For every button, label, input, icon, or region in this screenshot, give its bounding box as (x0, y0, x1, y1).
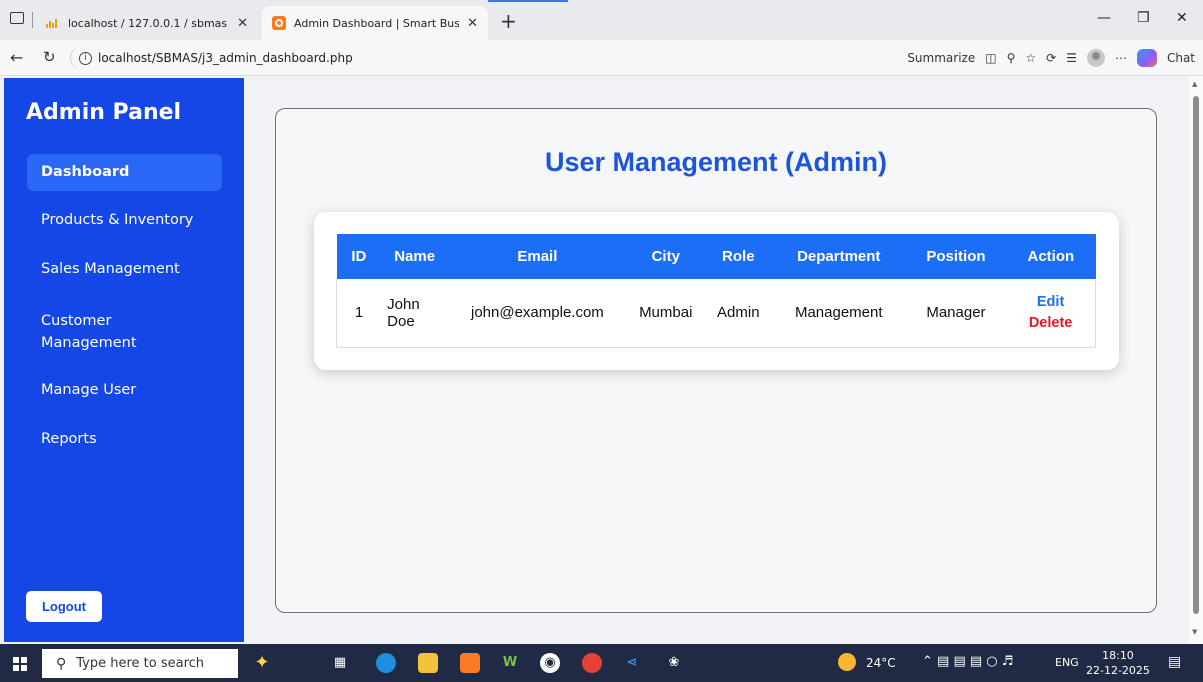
search-placeholder: Type here to search (76, 656, 205, 671)
sidebar-item-dashboard[interactable]: Dashboard (27, 154, 222, 191)
windows-start-icon[interactable] (13, 657, 27, 671)
site-info-icon[interactable]: i (79, 51, 92, 65)
page-scrollbar[interactable]: ▲ ▼ (1189, 76, 1203, 644)
phpmyadmin-icon (46, 18, 60, 28)
new-tab-button[interactable]: + (500, 9, 517, 33)
col-header-action: Action (1027, 248, 1075, 265)
search-icon: ⚲ (56, 655, 67, 672)
col-header-name: Name (394, 248, 436, 265)
chrome-icon[interactable] (582, 653, 602, 673)
vscode-icon[interactable]: ⋖ (622, 653, 642, 673)
close-tab-icon[interactable]: ✕ (467, 16, 478, 31)
sidebar-item-manage-user[interactable]: Manage User (27, 382, 222, 398)
more-options-icon[interactable]: ⋯ (1115, 51, 1127, 65)
weather-temp[interactable]: 24°C (866, 656, 896, 670)
sidebar-brand: Admin Panel (26, 100, 182, 125)
tab-actions-icon[interactable] (10, 12, 24, 24)
refresh-icon[interactable]: ↻ (43, 48, 56, 66)
key-icon[interactable]: ⚲ (1007, 51, 1016, 65)
loading-indicator (488, 0, 568, 2)
users-table: ID Name Email City Role Department Posit… (336, 234, 1097, 348)
users-card: ID Name Email City Role Department Posit… (314, 212, 1119, 370)
tab-label: Admin Dashboard | Smart Business (294, 16, 460, 30)
main-panel: User Management (Admin) ID Name Email Ci… (275, 108, 1157, 613)
sidebar-item-reports[interactable]: Reports (27, 431, 222, 447)
cell-name: John Doe (381, 279, 449, 348)
cell-role: Admin (704, 279, 772, 348)
url-text: localhost/SBMAS/j3_admin_dashboard.php (98, 51, 353, 65)
xampp-icon (272, 16, 286, 30)
tab-label: localhost / 127.0.0.1 / sbmas / user (68, 16, 229, 30)
col-header-city: City (651, 248, 680, 265)
col-header-department: Department (797, 248, 881, 265)
profile-avatar[interactable] (1086, 49, 1105, 67)
sidebar-item-products-inventory[interactable]: Products & Inventory (27, 212, 222, 228)
col-header-email: Email (517, 248, 558, 265)
scroll-down-icon[interactable]: ▼ (1192, 628, 1197, 636)
language-indicator[interactable]: ENG (1055, 656, 1079, 669)
clock-date: 22-12-2025 (1086, 664, 1150, 677)
wps-icon[interactable]: W (500, 653, 520, 673)
github-icon[interactable]: ◉ (540, 653, 560, 673)
tab-admin-dashboard[interactable]: Admin Dashboard | Smart Business ✕ (262, 6, 488, 40)
file-explorer-icon[interactable] (418, 653, 438, 673)
col-header-role: Role (722, 248, 755, 265)
col-header-position: Position (926, 248, 986, 265)
close-window-icon[interactable]: ✕ (1176, 10, 1188, 26)
table-header-row: ID Name Email City Role Department Posit… (336, 234, 1096, 279)
cell-city: Mumbai (626, 279, 705, 348)
page-title: User Management (Admin) (544, 147, 888, 177)
clock[interactable]: 18:10 22-12-2025 (1086, 648, 1150, 678)
scrollbar-thumb[interactable] (1193, 96, 1199, 614)
windows-taskbar: ⚲ Type here to search ✦ ▦ W ◉ ⋖ ❀ 24°C ⌃… (0, 644, 1203, 682)
cell-action: Edit Delete (1006, 279, 1097, 348)
logout-button[interactable]: Logout (26, 591, 102, 622)
browser-tab-bar: localhost / 127.0.0.1 / sbmas / user ✕ A… (0, 0, 1203, 40)
browser-toolbar: Summarize ◫ ⚲ ☆ ⟳ ☰ ⋯ Chat (907, 46, 1195, 70)
notifications-icon[interactable]: ▤ (1168, 654, 1181, 670)
minimize-icon[interactable]: — (1097, 10, 1111, 26)
cell-id: 1 (336, 279, 382, 348)
extensions-icon[interactable]: ⟳ (1046, 51, 1056, 65)
edge-icon[interactable] (376, 653, 396, 673)
tray-icons[interactable]: ⌃ ▤ ▤ ▤ ○ ♬ (922, 654, 1013, 669)
xampp-taskbar-icon[interactable] (460, 653, 480, 673)
task-view-icon[interactable]: ▦ (330, 653, 350, 673)
cell-position: Manager (905, 279, 1007, 348)
favorite-star-icon[interactable]: ☆ (1025, 51, 1036, 65)
sidebar-item-customer-management[interactable]: Customer Management (27, 310, 177, 354)
reader-icon[interactable]: ◫ (985, 51, 996, 65)
summarize-button[interactable]: Summarize (907, 51, 975, 65)
delete-link[interactable]: Delete (1012, 313, 1089, 334)
close-tab-icon[interactable]: ✕ (237, 16, 248, 31)
sidebar: Admin Panel Dashboard Products & Invento… (4, 78, 244, 642)
chatgpt-icon[interactable]: ❀ (664, 653, 684, 673)
col-header-id: ID (351, 248, 367, 265)
scroll-up-icon[interactable]: ▲ (1192, 80, 1197, 88)
back-icon[interactable]: ← (10, 48, 23, 67)
taskbar-search[interactable]: ⚲ Type here to search (42, 649, 238, 678)
copilot-sparkle-icon[interactable]: ✦ (252, 653, 272, 673)
tab-phpmyadmin[interactable]: localhost / 127.0.0.1 / sbmas / user ✕ (36, 6, 258, 40)
weather-icon[interactable] (838, 653, 856, 671)
restore-icon[interactable]: ❐ (1137, 10, 1150, 26)
page-viewport: Admin Panel Dashboard Products & Invento… (0, 76, 1203, 644)
cell-email: john@example.com (448, 279, 627, 348)
favorites-list-icon[interactable]: ☰ (1066, 51, 1077, 65)
url-field[interactable]: i localhost/SBMAS/j3_admin_dashboard.php (70, 46, 830, 70)
cell-department: Management (771, 279, 906, 348)
edit-link[interactable]: Edit (1012, 292, 1089, 313)
copilot-icon[interactable] (1136, 49, 1157, 67)
tab-separator (32, 12, 33, 28)
table-row: 1 John Doe john@example.com Mumbai Admin… (336, 279, 1097, 348)
chat-button[interactable]: Chat (1167, 51, 1195, 65)
sidebar-item-sales-management[interactable]: Sales Management (27, 261, 222, 277)
clock-time: 18:10 (1102, 649, 1134, 662)
address-bar: ← ↻ i localhost/SBMAS/j3_admin_dashboard… (0, 40, 1203, 76)
